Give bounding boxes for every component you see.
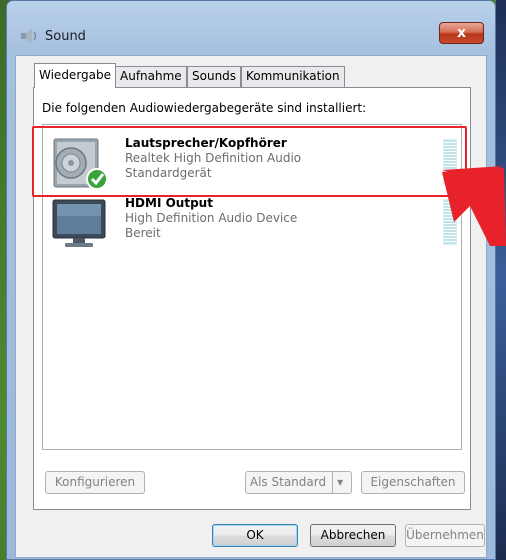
monitor-icon xyxy=(52,199,106,247)
device-name: HDMI Output xyxy=(125,196,213,210)
device-item-hdmi[interactable]: HDMI Output High Definition Audio Device… xyxy=(45,191,459,251)
title-bar[interactable]: Sound x xyxy=(7,1,495,51)
cancel-button[interactable]: Abbrechen xyxy=(310,524,396,547)
properties-button[interactable]: Eigenschaften xyxy=(361,471,465,494)
close-icon: x xyxy=(456,25,467,41)
device-driver: High Definition Audio Device xyxy=(125,211,298,225)
tab-wiedergabe[interactable]: Wiedergabe xyxy=(34,63,117,88)
tab-sounds[interactable]: Sounds xyxy=(187,66,242,87)
set-default-button[interactable]: Als Standard ▾ xyxy=(245,471,352,494)
window-title: Sound xyxy=(45,29,86,44)
set-default-label: Als Standard xyxy=(249,475,327,489)
configure-button[interactable]: Konfigurieren xyxy=(45,471,145,494)
tab-aufnahme[interactable]: Aufnahme xyxy=(115,66,187,87)
highlight-box xyxy=(32,126,467,197)
sound-dialog: Sound x Wiedergabe Aufnahme Sounds Kommu… xyxy=(6,0,496,560)
speaker-icon xyxy=(21,28,37,44)
arrow-annotation-icon xyxy=(442,166,506,246)
panel-heading: Die folgenden Audiowiedergabegeräte sind… xyxy=(42,101,367,115)
apply-button[interactable]: Übernehmen xyxy=(405,524,485,547)
tab-kommunikation[interactable]: Kommunikation xyxy=(241,66,345,87)
ok-button[interactable]: OK xyxy=(212,524,298,547)
device-status: Bereit xyxy=(125,226,161,240)
desktop-background xyxy=(496,0,506,560)
close-button[interactable]: x xyxy=(439,22,484,44)
chevron-down-icon[interactable]: ▾ xyxy=(332,472,347,493)
